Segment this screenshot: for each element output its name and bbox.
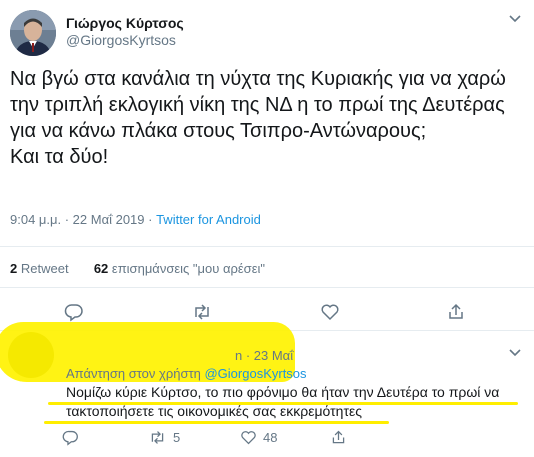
chevron-down-icon[interactable] bbox=[508, 346, 522, 360]
tweet-timestamp[interactable]: 9:04 μ.μ. · 22 Μαΐ 2019 bbox=[10, 212, 145, 227]
like-stat[interactable]: 62 επισημάνσεις "μου αρέσει" bbox=[94, 261, 265, 276]
reply-to-handle[interactable]: @GiorgosKyrtsos bbox=[204, 366, 306, 381]
retweet-label: Retweet bbox=[20, 261, 69, 276]
reply-avatar[interactable] bbox=[8, 332, 54, 378]
tweet-stats: 2 Retweet 62 επισημάνσεις "μου αρέσει" bbox=[10, 261, 265, 276]
heart-icon[interactable] bbox=[240, 429, 257, 446]
author-avatar[interactable] bbox=[10, 10, 56, 56]
underline-mark bbox=[44, 421, 389, 424]
retweet-icon[interactable] bbox=[148, 429, 167, 446]
reply-to: Απάντηση στον χρήστη @GiorgosKyrtsos bbox=[66, 366, 307, 381]
share-icon[interactable] bbox=[330, 429, 347, 446]
reply-icon[interactable] bbox=[64, 302, 84, 322]
author-handle[interactable]: @GiorgosKyrtsos bbox=[66, 32, 176, 48]
divider bbox=[0, 287, 534, 288]
chevron-down-icon[interactable] bbox=[508, 12, 522, 26]
reply-icon[interactable] bbox=[62, 429, 79, 446]
underline-mark bbox=[48, 402, 518, 405]
retweet-icon[interactable] bbox=[191, 302, 213, 322]
reply-like-count: 48 bbox=[263, 430, 278, 445]
like-label: επισημάνσεις "μου αρέσει" bbox=[111, 261, 265, 276]
like-count: 62 bbox=[93, 261, 109, 276]
heart-icon[interactable] bbox=[320, 302, 340, 322]
meta-separator: · bbox=[144, 212, 157, 227]
author-name[interactable]: Γιώργος Κύρτσος bbox=[66, 15, 184, 31]
retweet-count: 2 bbox=[10, 261, 18, 276]
retweet-stat[interactable]: 2 Retweet bbox=[10, 261, 69, 276]
reply-retweet-count: 5 bbox=[173, 430, 181, 445]
divider bbox=[0, 246, 534, 247]
tweet-meta: 9:04 μ.μ. · 22 Μαΐ 2019 · Twitter for An… bbox=[10, 212, 261, 227]
reply-date[interactable]: n · 23 Μαΐ bbox=[235, 348, 293, 363]
reply-to-label: Απάντηση στον χρήστη bbox=[66, 366, 201, 381]
share-icon[interactable] bbox=[446, 302, 466, 322]
tweet-source[interactable]: Twitter for Android bbox=[156, 212, 261, 227]
tweet-text: Να βγώ στα κανάλια τη νύχτα της Κυριακής… bbox=[10, 68, 506, 168]
